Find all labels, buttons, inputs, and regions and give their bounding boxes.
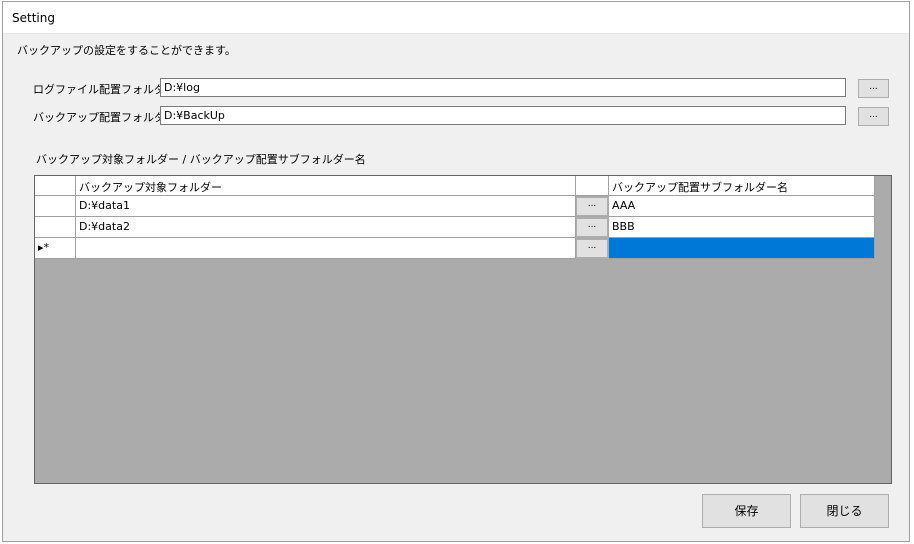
column-header-browse[interactable] (576, 176, 609, 196)
log-folder-browse-button[interactable]: ... (858, 79, 889, 98)
subfolder-cell[interactable]: BBB (609, 217, 875, 238)
backup-folder-browse-button[interactable]: ... (858, 107, 889, 126)
source-folder-cell[interactable]: D:¥data2 (76, 217, 576, 238)
source-browse-button[interactable]: ... (576, 197, 608, 216)
grid-section-label: バックアップ対象フォルダー / バックアップ配置サブフォルダー名 (36, 153, 366, 166)
column-header-subfolder[interactable]: バックアップ配置サブフォルダー名 (609, 176, 875, 196)
backup-target-grid[interactable]: バックアップ対象フォルダー バックアップ配置サブフォルダー名 D:¥data1 … (34, 175, 892, 484)
source-browse-button[interactable]: ... (576, 218, 608, 237)
new-row-indicator-icon[interactable]: ▸* (35, 238, 76, 259)
source-folder-cell[interactable]: D:¥data1 (76, 196, 576, 217)
column-header-source-folder[interactable]: バックアップ対象フォルダー (76, 176, 576, 196)
save-button[interactable]: 保存 (702, 494, 791, 528)
row-header[interactable] (35, 217, 76, 238)
subfolder-cell[interactable]: AAA (609, 196, 875, 217)
settings-window: Setting バックアップの設定をすることができます。 ログファイル配置フォル… (2, 1, 910, 542)
source-browse-button-new[interactable]: ... (576, 239, 608, 258)
title-bar: Setting (3, 2, 909, 34)
backup-folder-input[interactable]: D:¥BackUp (160, 106, 846, 125)
grid-corner-header[interactable] (35, 176, 76, 196)
description-text: バックアップの設定をすることができます。 (17, 44, 236, 57)
source-folder-cell-new[interactable] (76, 238, 576, 259)
log-folder-label: ログファイル配置フォルダー (33, 83, 176, 96)
backup-folder-label: バックアップ配置フォルダー (33, 111, 176, 124)
close-button[interactable]: 閉じる (800, 494, 889, 528)
log-folder-input[interactable]: D:¥log (160, 78, 846, 97)
subfolder-cell-new-selected[interactable] (609, 238, 875, 259)
row-header[interactable] (35, 196, 76, 217)
window-title: Setting (12, 11, 55, 25)
